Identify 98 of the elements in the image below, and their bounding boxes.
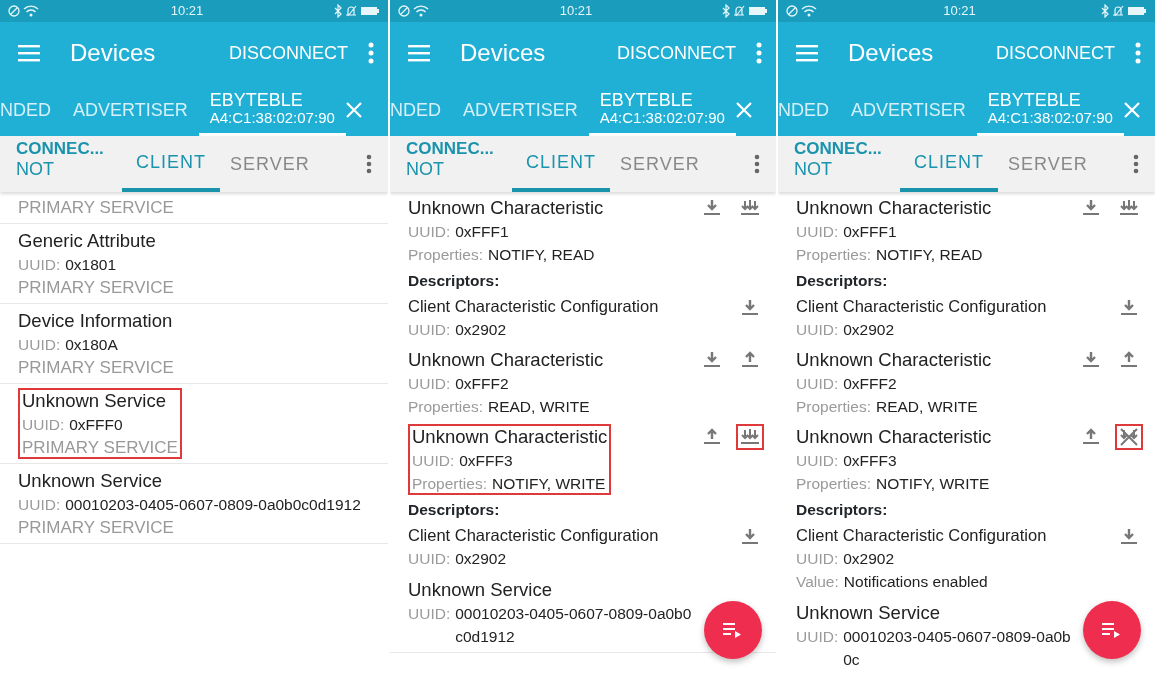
view-tab[interactable]: CLIENT bbox=[122, 136, 220, 192]
field-label: UUID: bbox=[796, 222, 839, 242]
field-value: 0xFFF0 bbox=[69, 415, 123, 435]
field-label: UUID: bbox=[22, 415, 65, 435]
descriptors-heading: Descriptors: bbox=[407, 271, 501, 291]
field-label: UUID: bbox=[796, 451, 839, 471]
field-value: READ, WRITE bbox=[487, 397, 590, 417]
connection-state: CONNEC... bbox=[406, 139, 495, 159]
field-value: 0xFFF2 bbox=[843, 374, 897, 394]
disconnect-button[interactable]: DISCONNECT bbox=[225, 35, 352, 71]
bond-state: NOT bbox=[406, 158, 445, 180]
disconnect-button[interactable]: DISCONNECT bbox=[992, 35, 1119, 71]
field-label: UUID: bbox=[18, 255, 61, 275]
field-label: UUID: bbox=[796, 627, 839, 647]
field-label: Value: bbox=[796, 572, 839, 592]
field-value: 00010203-0405-0607-0809-0a0b0c0d1912 bbox=[65, 495, 361, 515]
field-label: UUID: bbox=[796, 549, 839, 569]
device-tab[interactable]: NDED bbox=[390, 84, 452, 136]
field-label: UUID: bbox=[18, 495, 61, 515]
field-value: 0x180A bbox=[65, 335, 118, 355]
field-value: Notifications enabled bbox=[843, 572, 988, 592]
device-tab[interactable]: ADVERTISER bbox=[62, 84, 199, 136]
service-type: PRIMARY SERVICE bbox=[22, 437, 178, 459]
field-label: UUID: bbox=[408, 549, 451, 569]
bond-state: NOT bbox=[16, 158, 55, 180]
app-bar-title: Devices bbox=[460, 38, 546, 68]
field-value: 0xFFF1 bbox=[455, 222, 509, 242]
service-type: PRIMARY SERVICE bbox=[18, 357, 174, 379]
view-tab[interactable]: SERVER bbox=[610, 136, 710, 192]
field-value: 0xFFF1 bbox=[843, 222, 897, 242]
field-value: 0x2902 bbox=[843, 549, 895, 569]
descriptor-name: Client Characteristic Configuration bbox=[408, 525, 659, 546]
status-time: 10:21 bbox=[170, 2, 204, 21]
service-type: PRIMARY SERVICE bbox=[18, 517, 175, 539]
field-value: 00010203-0405-0607-0809-0a0b0c0d1912 bbox=[455, 604, 692, 647]
field-value: 0xFFF3 bbox=[843, 451, 897, 471]
view-tab[interactable]: SERVER bbox=[998, 136, 1098, 192]
field-label: UUID: bbox=[408, 320, 451, 340]
disconnect-button[interactable]: DISCONNECT bbox=[613, 35, 740, 71]
characteristic-name: Unknown Characteristic bbox=[796, 348, 992, 372]
field-label: Properties: bbox=[408, 245, 483, 265]
app-bar-title: Devices bbox=[848, 38, 934, 68]
field-label: UUID: bbox=[796, 320, 839, 340]
view-tab[interactable]: CLIENT bbox=[900, 136, 998, 192]
descriptors-heading: Descriptors: bbox=[795, 271, 889, 291]
device-tab[interactable]: NDED bbox=[778, 84, 840, 136]
field-value: 0x1801 bbox=[65, 255, 117, 275]
app-bar-title: Devices bbox=[70, 38, 156, 68]
characteristic-name: Unknown Characteristic bbox=[408, 196, 604, 220]
field-label: Properties: bbox=[412, 474, 487, 494]
field-value: NOTIFY, READ bbox=[875, 245, 983, 265]
status-time: 10:21 bbox=[943, 2, 976, 21]
service-name: Generic Attribute bbox=[18, 229, 157, 253]
field-value: READ, WRITE bbox=[875, 397, 978, 417]
field-label: UUID: bbox=[412, 451, 455, 471]
service-name: Unknown Service bbox=[22, 389, 167, 413]
bond-state: NOT bbox=[794, 158, 833, 180]
device-tab[interactable]: ADVERTISER bbox=[840, 84, 977, 136]
field-value: 0xFFF3 bbox=[459, 451, 513, 471]
field-value: NOTIFY, WRITE bbox=[491, 474, 606, 494]
service-type: PRIMARY SERVICE bbox=[18, 277, 174, 299]
characteristic-name: Unknown Characteristic bbox=[408, 348, 604, 372]
view-tab[interactable]: SERVER bbox=[220, 136, 320, 192]
status-time: 10:21 bbox=[559, 2, 593, 21]
field-label: Properties: bbox=[796, 245, 871, 265]
field-label: UUID: bbox=[408, 604, 451, 624]
service-name: Unknown Service bbox=[796, 601, 941, 625]
field-label: Properties: bbox=[796, 474, 871, 494]
field-value: 00010203-0405-0607-0809-0a0b0c bbox=[843, 627, 1071, 670]
service-name: Device Information bbox=[18, 309, 174, 333]
descriptor-name: Client Characteristic Configuration bbox=[796, 296, 1047, 317]
service-type: PRIMARY SERVICE bbox=[18, 197, 174, 219]
service-name: Unknown Service bbox=[18, 469, 163, 493]
field-label: Properties: bbox=[796, 397, 871, 417]
service-name: Unknown Service bbox=[408, 578, 553, 602]
characteristic-name: Unknown Characteristic bbox=[796, 425, 992, 449]
descriptor-name: Client Characteristic Configuration bbox=[796, 525, 1047, 546]
field-value: 0x2902 bbox=[455, 320, 507, 340]
connection-state: CONNEC... bbox=[16, 139, 105, 159]
characteristic-name: Unknown Characteristic bbox=[796, 196, 992, 220]
device-tab[interactable]: NDED bbox=[0, 84, 62, 136]
field-value: NOTIFY, WRITE bbox=[875, 474, 990, 494]
field-label: Properties: bbox=[408, 397, 483, 417]
characteristic-name: Unknown Characteristic bbox=[412, 425, 608, 449]
field-value: NOTIFY, READ bbox=[487, 245, 595, 265]
descriptors-heading: Descriptors: bbox=[795, 500, 889, 520]
view-tab[interactable]: CLIENT bbox=[512, 136, 610, 192]
descriptors-heading: Descriptors: bbox=[407, 500, 501, 520]
field-label: UUID: bbox=[18, 335, 61, 355]
field-value: 0xFFF2 bbox=[455, 374, 509, 394]
device-tab[interactable]: ADVERTISER bbox=[452, 84, 589, 136]
field-label: UUID: bbox=[408, 374, 451, 394]
connection-state: CONNEC... bbox=[794, 139, 883, 159]
field-value: 0x2902 bbox=[843, 320, 895, 340]
field-label: UUID: bbox=[796, 374, 839, 394]
descriptor-name: Client Characteristic Configuration bbox=[408, 296, 659, 317]
field-value: 0x2902 bbox=[455, 549, 507, 569]
field-label: UUID: bbox=[408, 222, 451, 242]
